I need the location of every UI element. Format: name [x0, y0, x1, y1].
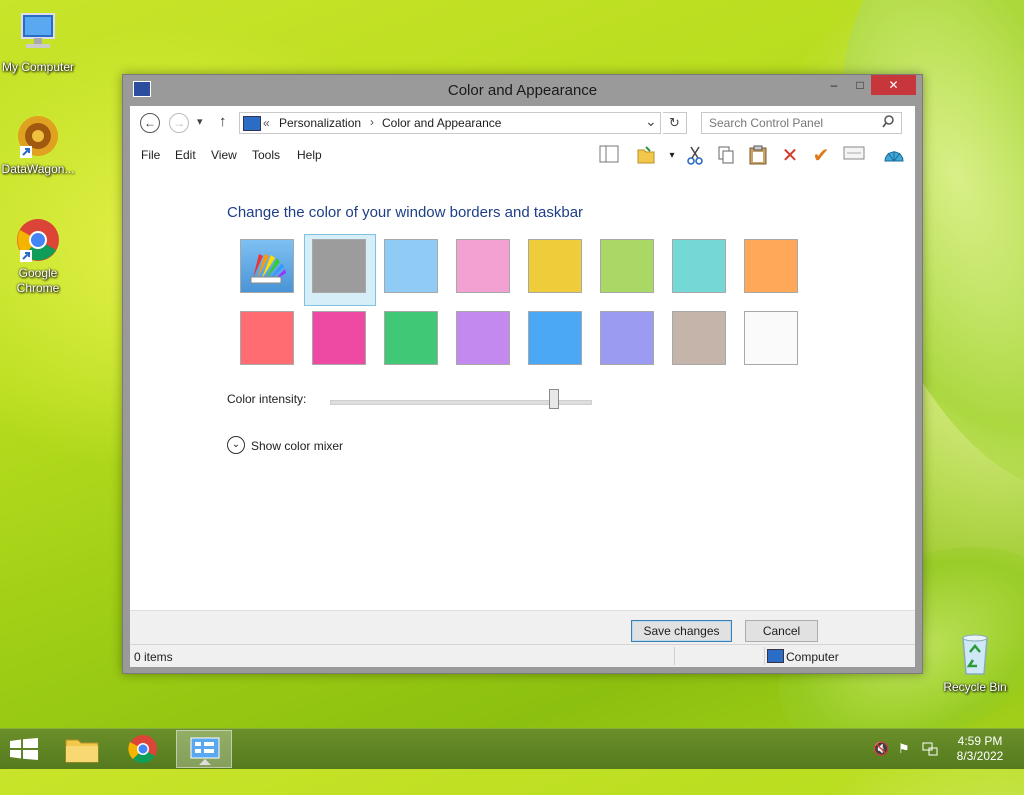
- checkmark-icon[interactable]: ✔: [810, 145, 832, 167]
- expand-chevron-icon[interactable]: ⌄: [227, 436, 245, 454]
- item-count: 0 items: [134, 650, 173, 664]
- menu-view[interactable]: View: [211, 148, 237, 162]
- desktop-icon-my-computer[interactable]: My Computer: [0, 10, 76, 75]
- menu-file[interactable]: File: [141, 148, 160, 162]
- color-swatch[interactable]: [312, 239, 366, 293]
- color-swatch[interactable]: [456, 239, 510, 293]
- status-location: Computer: [786, 650, 839, 664]
- desktop-icon-google-chrome[interactable]: Google Chrome: [0, 216, 76, 296]
- maximize-button[interactable]: □: [847, 75, 873, 95]
- color-swatch-automatic[interactable]: [240, 239, 294, 293]
- status-divider: [764, 647, 765, 665]
- search-box[interactable]: Search Control Panel: [701, 112, 902, 134]
- recycle-bin-icon: [951, 630, 999, 678]
- up-button[interactable]: ↑: [219, 113, 227, 130]
- refresh-button[interactable]: ↻: [663, 112, 687, 134]
- search-input[interactable]: Search Control Panel: [709, 116, 823, 130]
- desktop-icon-label: DataWagon...: [1, 162, 75, 176]
- color-swatch[interactable]: [384, 311, 438, 365]
- color-swatch[interactable]: [384, 239, 438, 293]
- main-content: Change the color of your window borders …: [130, 170, 915, 610]
- color-appearance-window: Color and Appearance – □ ✕ ← → ▾ ↑ « Per…: [122, 74, 923, 674]
- color-swatch[interactable]: [672, 239, 726, 293]
- navigation-bar: ← → ▾ ↑ « Personalization › Color and Ap…: [130, 106, 915, 140]
- breadcrumb-personalization[interactable]: Personalization: [279, 116, 361, 130]
- cut-icon[interactable]: [684, 145, 706, 167]
- color-swatch[interactable]: [456, 311, 510, 365]
- forward-button[interactable]: →: [169, 113, 189, 133]
- color-swatch[interactable]: [672, 311, 726, 365]
- color-swatch[interactable]: [600, 311, 654, 365]
- color-swatch[interactable]: [240, 311, 294, 365]
- color-intensity-slider-thumb[interactable]: [548, 389, 559, 409]
- clock-date: 8/3/2022: [956, 749, 1004, 763]
- status-divider: [674, 647, 675, 665]
- color-swatch[interactable]: [600, 239, 654, 293]
- folder-options-icon[interactable]: [635, 145, 657, 167]
- control-panel-icon: [243, 116, 261, 131]
- taskbar-google-chrome[interactable]: [115, 730, 171, 768]
- chrome-icon: [14, 216, 62, 264]
- address-bar[interactable]: « Personalization › Color and Appearance…: [239, 112, 661, 134]
- cancel-button[interactable]: Cancel: [745, 620, 818, 642]
- search-icon[interactable]: [882, 115, 894, 132]
- desktop-icon-label: Google Chrome: [16, 266, 60, 295]
- datawagon-logo-icon: [14, 112, 62, 160]
- menu-help[interactable]: Help: [297, 148, 322, 162]
- recent-locations-dropdown[interactable]: ▾: [197, 115, 203, 128]
- shell-icon[interactable]: [883, 145, 905, 167]
- computer-icon: [14, 10, 62, 58]
- window-title: Color and Appearance: [447, 82, 598, 99]
- color-swatch[interactable]: [312, 311, 366, 365]
- close-button[interactable]: ✕: [871, 75, 916, 95]
- save-changes-button[interactable]: Save changes: [631, 620, 732, 642]
- taskbar-control-panel[interactable]: [176, 730, 232, 768]
- network-icon[interactable]: [922, 741, 938, 760]
- color-intensity-label: Color intensity:: [227, 392, 307, 406]
- color-swatch[interactable]: [744, 239, 798, 293]
- color-swatch[interactable]: [744, 311, 798, 365]
- desktop-icon-recycle-bin[interactable]: Recycle Bin: [937, 630, 1013, 695]
- menu-edit[interactable]: Edit: [175, 148, 196, 162]
- color-swatch[interactable]: [528, 239, 582, 293]
- color-palette-icon: [250, 254, 286, 284]
- desktop-icon-label: Recycle Bin: [943, 680, 1007, 694]
- copy-icon[interactable]: [715, 145, 737, 167]
- color-swatch[interactable]: [528, 311, 582, 365]
- address-dropdown[interactable]: ⌄: [645, 113, 657, 130]
- desktop-icon-datawagon[interactable]: DataWagon...: [0, 112, 76, 177]
- chevron-down-icon[interactable]: ▾: [661, 145, 683, 167]
- breadcrumb-separator[interactable]: ›: [370, 115, 374, 129]
- delete-icon[interactable]: ✕: [779, 145, 801, 167]
- menu-bar: File Edit View Tools Help ▾ ✕ ✔: [130, 140, 915, 170]
- window-client-area: ← → ▾ ↑ « Personalization › Color and Ap…: [130, 106, 915, 667]
- title-bar[interactable]: Color and Appearance – □ ✕: [123, 75, 922, 106]
- breadcrumb-overflow[interactable]: «: [263, 116, 270, 130]
- clock-time: 4:59 PM: [957, 734, 1003, 748]
- status-bar: 0 items Computer: [130, 644, 915, 667]
- volume-muted-icon[interactable]: 🔇: [873, 741, 889, 757]
- back-button[interactable]: ←: [140, 113, 160, 133]
- page-heading: Change the color of your window borders …: [227, 204, 584, 221]
- paste-icon[interactable]: [747, 145, 769, 167]
- taskbar: 🔇 ⚑ 4:59 PM 8/3/2022: [0, 728, 1024, 769]
- desktop-icon-label: My Computer: [1, 60, 75, 74]
- breadcrumb-color-and-appearance[interactable]: Color and Appearance: [382, 116, 501, 130]
- action-center-flag-icon[interactable]: ⚑: [898, 741, 910, 757]
- computer-icon: [767, 649, 784, 663]
- button-bar: Save changes Cancel: [130, 610, 915, 645]
- start-button[interactable]: [10, 738, 38, 763]
- menu-tools[interactable]: Tools: [252, 148, 280, 162]
- properties-icon[interactable]: [843, 145, 865, 167]
- layout-pane-icon[interactable]: [598, 145, 620, 167]
- system-clock[interactable]: 4:59 PM 8/3/2022: [950, 734, 1010, 764]
- minimize-button[interactable]: –: [821, 75, 847, 95]
- show-color-mixer-label[interactable]: Show color mixer: [251, 439, 343, 453]
- taskbar-file-explorer[interactable]: [54, 730, 110, 768]
